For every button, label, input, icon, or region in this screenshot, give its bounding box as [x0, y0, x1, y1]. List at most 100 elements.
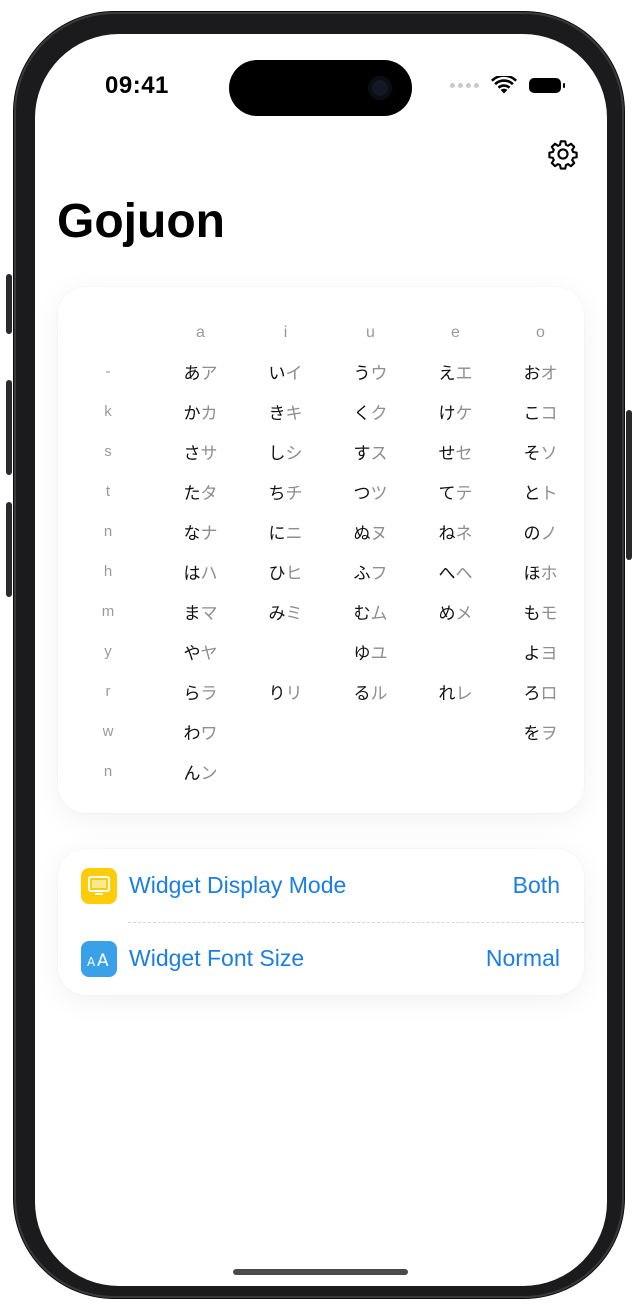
hiragana: ら	[183, 683, 201, 704]
display-icon	[81, 867, 117, 904]
column-header-a: a	[196, 324, 205, 341]
kana-cell: るル	[328, 679, 413, 704]
katakana: レ	[455, 683, 473, 704]
katakana: ラ	[200, 683, 218, 704]
kana-cell: れレ	[413, 679, 498, 704]
hiragana: う	[353, 363, 371, 384]
katakana: ネ	[455, 523, 473, 544]
katakana: ヘ	[455, 563, 473, 584]
katakana: セ	[455, 443, 473, 464]
widget-font-size-row[interactable]: A A Widget Font Size Normal	[58, 922, 584, 995]
hiragana: め	[438, 603, 456, 624]
kana-cell: せセ	[413, 439, 498, 464]
volume-down-button	[6, 502, 12, 597]
katakana: ム	[370, 603, 388, 624]
page-title: Gojuon	[57, 195, 225, 248]
katakana: ミ	[285, 603, 303, 624]
hiragana: も	[523, 603, 541, 624]
kana-cell: ふフ	[328, 559, 413, 584]
katakana: サ	[200, 443, 218, 464]
action-button	[6, 274, 12, 334]
katakana: ウ	[370, 363, 388, 384]
widget-settings-list: Widget Display Mode Both A A Widget Font…	[58, 849, 584, 995]
hiragana: ま	[183, 603, 201, 624]
column-header-o: o	[536, 324, 545, 341]
kana-cell: らラ	[158, 679, 243, 704]
hiragana: た	[183, 483, 201, 504]
katakana: ヨ	[540, 643, 558, 664]
camera-icon	[368, 76, 392, 100]
katakana: ヌ	[370, 523, 388, 544]
hiragana: は	[183, 563, 201, 584]
hiragana: す	[353, 443, 371, 464]
kana-cell: をヲ	[498, 719, 583, 744]
hiragana: と	[523, 483, 541, 504]
hiragana: え	[438, 363, 456, 384]
row-label: -	[105, 362, 111, 380]
kana-cell: へヘ	[413, 559, 498, 584]
signal-icon	[450, 83, 479, 88]
row-label: s	[104, 442, 112, 460]
hiragana: ふ	[353, 563, 371, 584]
row-label: r	[105, 682, 111, 700]
kana-cell: ゆユ	[328, 639, 413, 664]
hiragana: く	[353, 403, 371, 424]
kana-cell: えエ	[413, 359, 498, 384]
kana-cell: きキ	[243, 399, 328, 424]
volume-up-button	[6, 380, 12, 475]
kana-cell: うウ	[328, 359, 413, 384]
kana-row: - あア いイ うウ えエ おオ	[58, 351, 584, 391]
row-label: k	[104, 402, 112, 420]
hiragana: ろ	[523, 683, 541, 704]
power-button	[626, 410, 632, 560]
kana-row: m まマ みミ むム めメ もモ	[58, 591, 584, 631]
hiragana: つ	[353, 483, 371, 504]
katakana: ヤ	[200, 643, 218, 664]
kana-cell: いイ	[243, 359, 328, 384]
column-header-e: e	[451, 324, 460, 341]
kana-row: n なナ にニ ぬヌ ねネ のノ	[58, 511, 584, 551]
hiragana: な	[183, 523, 201, 544]
kana-cell: くク	[328, 399, 413, 424]
hiragana: を	[523, 723, 541, 744]
hiragana: せ	[438, 443, 456, 464]
widget-font-size-value[interactable]: Normal	[486, 945, 560, 972]
kana-cell: たタ	[158, 479, 243, 504]
widget-display-mode-row[interactable]: Widget Display Mode Both	[58, 849, 584, 922]
hiragana: あ	[183, 363, 201, 384]
kana-cell: にニ	[243, 519, 328, 544]
kana-cell: わワ	[158, 719, 243, 744]
katakana: テ	[455, 483, 473, 504]
katakana: タ	[200, 483, 218, 504]
svg-text:A: A	[97, 951, 109, 970]
kana-cell: なナ	[158, 519, 243, 544]
kana-row: s さサ しシ すス せセ そソ	[58, 431, 584, 471]
kana-cell: そソ	[498, 439, 583, 464]
column-header-u: u	[366, 324, 375, 341]
home-indicator[interactable]	[233, 1269, 408, 1275]
kana-cell: ろロ	[498, 679, 583, 704]
font-size-icon: A A	[81, 940, 117, 977]
kana-cell: やヤ	[158, 639, 243, 664]
kana-cell: とト	[498, 479, 583, 504]
kana-cell: かカ	[158, 399, 243, 424]
kana-cell: めメ	[413, 599, 498, 624]
hiragana: の	[523, 523, 541, 544]
hiragana: ゆ	[353, 643, 371, 664]
hiragana: る	[353, 683, 371, 704]
gear-icon[interactable]	[547, 138, 579, 170]
katakana: ケ	[455, 403, 473, 424]
katakana: カ	[200, 403, 218, 424]
widget-display-mode-value[interactable]: Both	[513, 872, 560, 899]
katakana: ニ	[285, 523, 303, 544]
kana-cell: りリ	[243, 679, 328, 704]
hiragana: ひ	[268, 563, 286, 584]
row-label: h	[103, 562, 113, 580]
hiragana: ぬ	[353, 523, 371, 544]
column-header-i: i	[283, 324, 288, 341]
gojuon-table: aiueo - あア いイ うウ えエ おオ k かカ きキ くク けケ こコ s さサ しシ すス せセ そソ t…	[58, 287, 584, 813]
kana-cell: つツ	[328, 479, 413, 504]
katakana: オ	[540, 363, 558, 384]
katakana: エ	[455, 363, 473, 384]
hiragana: へ	[438, 563, 456, 584]
